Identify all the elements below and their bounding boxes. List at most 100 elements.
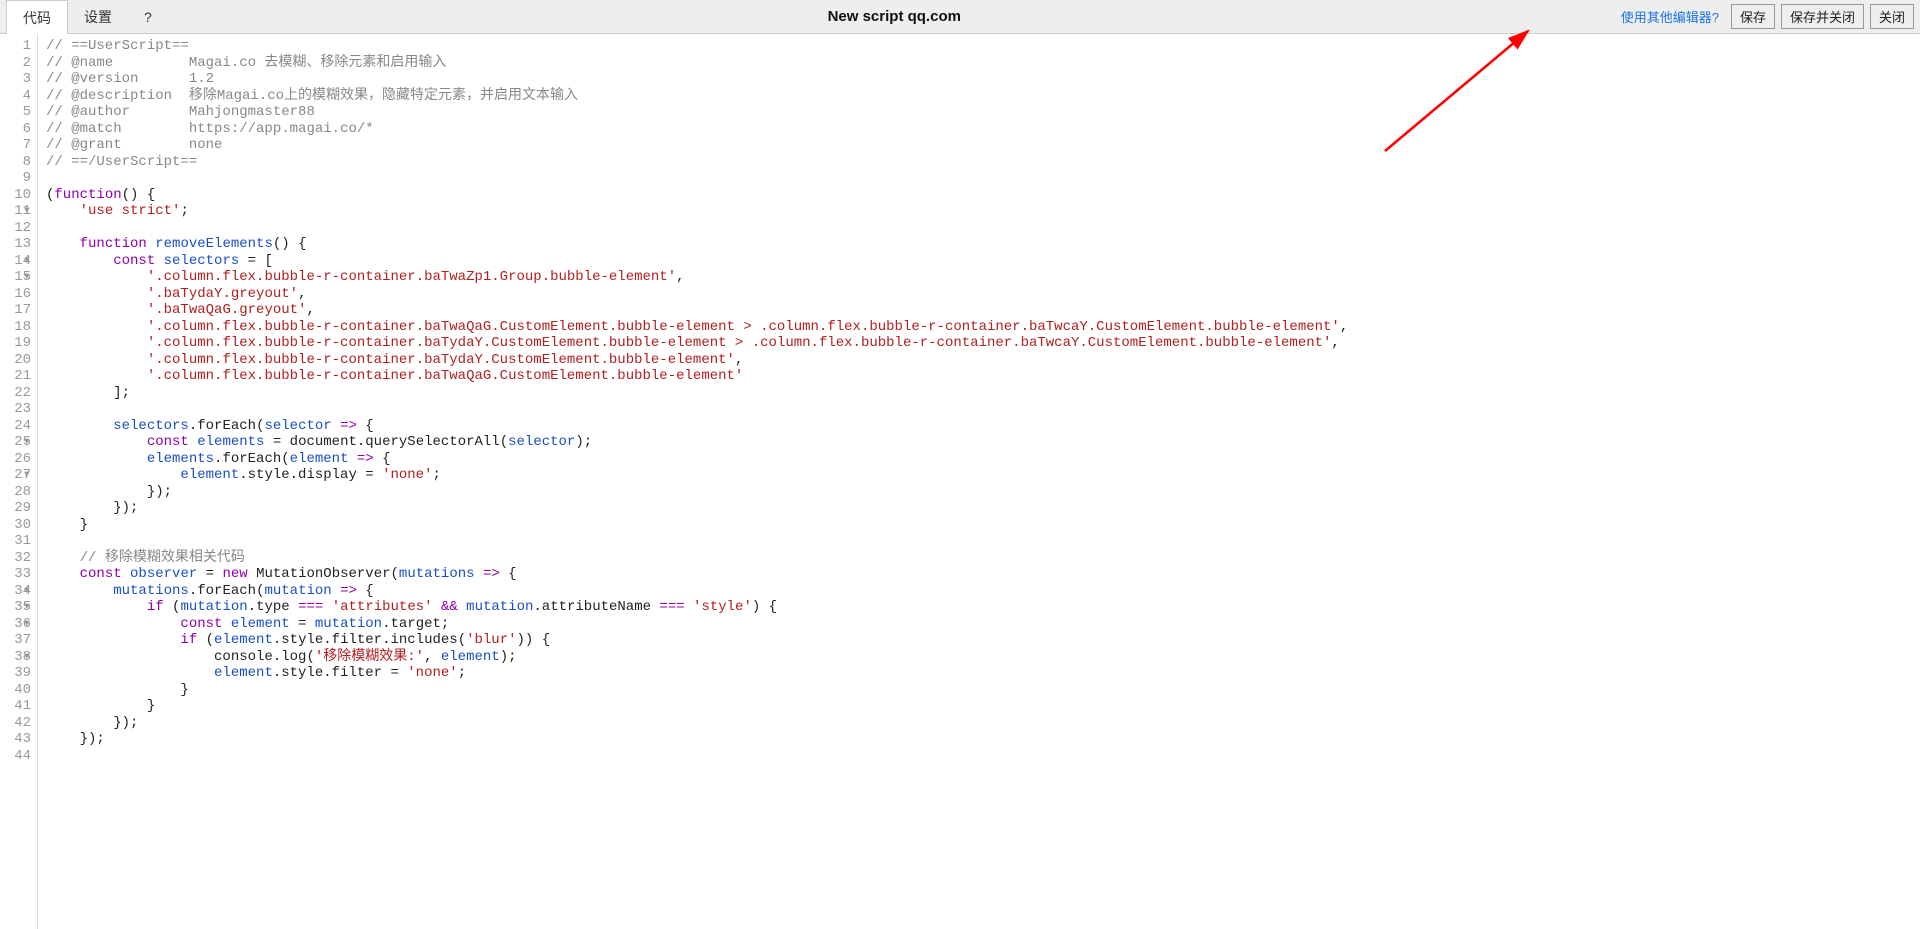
- line-number: 29: [0, 500, 31, 517]
- line-number: 41: [0, 698, 31, 715]
- line-number: 38: [0, 649, 31, 666]
- code-line[interactable]: [46, 748, 1920, 765]
- line-number: 44: [0, 748, 31, 765]
- line-number: 35 ▾: [0, 599, 31, 616]
- code-line[interactable]: const observer = new MutationObserver(mu…: [46, 566, 1920, 583]
- close-button[interactable]: 关闭: [1870, 4, 1914, 29]
- line-number: 2: [0, 55, 31, 72]
- code-line[interactable]: // @name Magai.co 去模糊、移除元素和启用输入: [46, 55, 1920, 72]
- code-line[interactable]: selectors.forEach(selector => {: [46, 418, 1920, 435]
- line-number: 25: [0, 434, 31, 451]
- line-number: 40: [0, 682, 31, 699]
- code-line[interactable]: 'use strict';: [46, 203, 1920, 220]
- line-number: 4: [0, 88, 31, 105]
- code-line[interactable]: const selectors = [: [46, 253, 1920, 270]
- code-line[interactable]: '.column.flex.bubble-r-container.baTydaY…: [46, 335, 1920, 352]
- line-number: 34 ▾: [0, 583, 31, 600]
- code-line[interactable]: const element = mutation.target;: [46, 616, 1920, 633]
- line-number-gutter: 12345678910 ▾111213 ▾14 ▾151617181920212…: [0, 34, 38, 929]
- code-line[interactable]: (function() {: [46, 187, 1920, 204]
- line-number: 30: [0, 517, 31, 534]
- code-line[interactable]: // @author Mahjongmaster88: [46, 104, 1920, 121]
- line-number: 27: [0, 467, 31, 484]
- line-number: 6: [0, 121, 31, 138]
- line-number: 36: [0, 616, 31, 633]
- editor-toolbar: 代码 设置 ? New script qq.com 使用其他编辑器? 保存 保存…: [0, 0, 1920, 34]
- code-line[interactable]: });: [46, 731, 1920, 748]
- code-area[interactable]: // ==UserScript==// @name Magai.co 去模糊、移…: [38, 34, 1920, 929]
- toolbar-actions: 使用其他编辑器? 保存 保存并关闭 关闭: [1621, 4, 1914, 29]
- line-number: 37 ▾: [0, 632, 31, 649]
- line-number: 13 ▾: [0, 236, 31, 253]
- line-number: 12: [0, 220, 31, 237]
- code-line[interactable]: element.style.display = 'none';: [46, 467, 1920, 484]
- line-number: 20: [0, 352, 31, 369]
- line-number: 31: [0, 533, 31, 550]
- code-line[interactable]: });: [46, 484, 1920, 501]
- line-number: 8: [0, 154, 31, 171]
- code-line[interactable]: '.baTwaQaG.greyout',: [46, 302, 1920, 319]
- code-line[interactable]: });: [46, 715, 1920, 732]
- code-line[interactable]: });: [46, 500, 1920, 517]
- code-line[interactable]: '.column.flex.bubble-r-container.baTydaY…: [46, 352, 1920, 369]
- code-line[interactable]: '.baTydaY.greyout',: [46, 286, 1920, 303]
- line-number: 42: [0, 715, 31, 732]
- line-number: 10 ▾: [0, 187, 31, 204]
- code-line[interactable]: const elements = document.querySelectorA…: [46, 434, 1920, 451]
- line-number: 23: [0, 401, 31, 418]
- code-line[interactable]: '.column.flex.bubble-r-container.baTwaQa…: [46, 368, 1920, 385]
- line-number: 43: [0, 731, 31, 748]
- line-number: 21: [0, 368, 31, 385]
- code-line[interactable]: }: [46, 698, 1920, 715]
- code-line[interactable]: [46, 401, 1920, 418]
- code-line[interactable]: [46, 220, 1920, 237]
- line-number: 39: [0, 665, 31, 682]
- editor-tabs: 代码 设置 ?: [6, 0, 168, 33]
- line-number: 16: [0, 286, 31, 303]
- code-line[interactable]: // ==/UserScript==: [46, 154, 1920, 171]
- code-line[interactable]: if (element.style.filter.includes('blur'…: [46, 632, 1920, 649]
- line-number: 1: [0, 38, 31, 55]
- code-line[interactable]: ];: [46, 385, 1920, 402]
- save-close-button[interactable]: 保存并关闭: [1781, 4, 1864, 29]
- line-number: 28: [0, 484, 31, 501]
- code-line[interactable]: // @grant none: [46, 137, 1920, 154]
- line-number: 15: [0, 269, 31, 286]
- line-number: 3: [0, 71, 31, 88]
- line-number: 19: [0, 335, 31, 352]
- line-number: 18: [0, 319, 31, 336]
- code-line[interactable]: console.log('移除模糊效果:', element);: [46, 649, 1920, 666]
- code-line[interactable]: element.style.filter = 'none';: [46, 665, 1920, 682]
- line-number: 32: [0, 550, 31, 567]
- code-line[interactable]: // @version 1.2: [46, 71, 1920, 88]
- line-number: 9: [0, 170, 31, 187]
- use-other-editor-link[interactable]: 使用其他编辑器?: [1621, 7, 1719, 26]
- code-line[interactable]: mutations.forEach(mutation => {: [46, 583, 1920, 600]
- code-line[interactable]: // @description 移除Magai.co上的模糊效果，隐藏特定元素，…: [46, 88, 1920, 105]
- line-number: 5: [0, 104, 31, 121]
- code-line[interactable]: '.column.flex.bubble-r-container.baTwaQa…: [46, 319, 1920, 336]
- line-number: 11: [0, 203, 31, 220]
- code-line[interactable]: }: [46, 517, 1920, 534]
- script-title: New script qq.com: [168, 8, 1621, 25]
- code-line[interactable]: [46, 170, 1920, 187]
- line-number: 26 ▾: [0, 451, 31, 468]
- tab-code[interactable]: 代码: [6, 0, 68, 34]
- code-line[interactable]: [46, 533, 1920, 550]
- code-line[interactable]: // @match https://app.magai.co/*: [46, 121, 1920, 138]
- code-editor[interactable]: 12345678910 ▾111213 ▾14 ▾151617181920212…: [0, 34, 1920, 929]
- code-line[interactable]: function removeElements() {: [46, 236, 1920, 253]
- line-number: 17: [0, 302, 31, 319]
- code-line[interactable]: if (mutation.type === 'attributes' && mu…: [46, 599, 1920, 616]
- code-line[interactable]: elements.forEach(element => {: [46, 451, 1920, 468]
- line-number: 22: [0, 385, 31, 402]
- code-line[interactable]: // 移除模糊效果相关代码: [46, 550, 1920, 567]
- save-button[interactable]: 保存: [1731, 4, 1775, 29]
- code-line[interactable]: '.column.flex.bubble-r-container.baTwaZp…: [46, 269, 1920, 286]
- tab-help[interactable]: ?: [128, 0, 168, 33]
- tab-settings[interactable]: 设置: [68, 0, 128, 33]
- line-number: 33 ▾: [0, 566, 31, 583]
- line-number: 14 ▾: [0, 253, 31, 270]
- code-line[interactable]: // ==UserScript==: [46, 38, 1920, 55]
- code-line[interactable]: }: [46, 682, 1920, 699]
